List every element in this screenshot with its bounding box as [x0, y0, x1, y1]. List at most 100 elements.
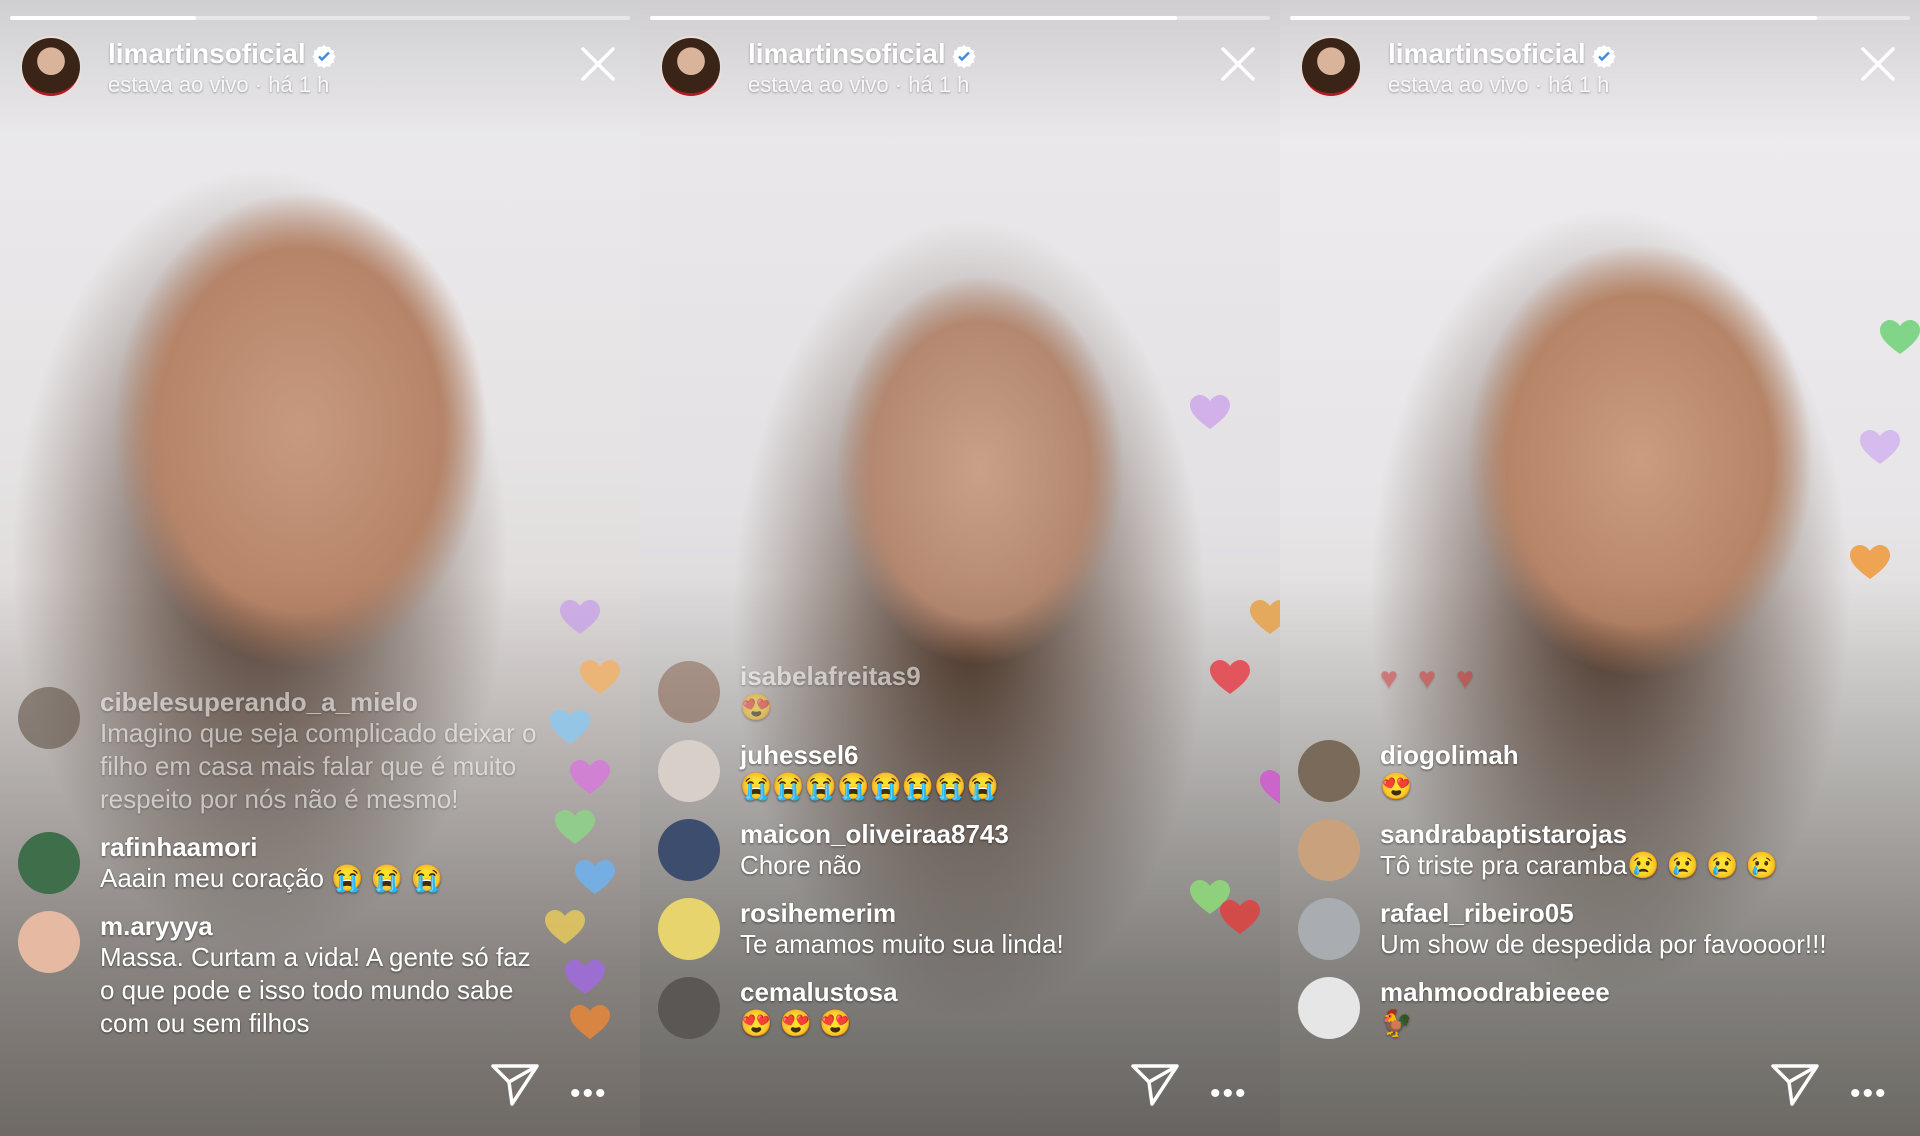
floating-heart-icon [1860, 430, 1900, 464]
verified-badge-icon [312, 44, 336, 68]
commenter-username[interactable]: maicon_oliveiraa8743 [740, 819, 1009, 849]
story-header: limartinsoficial estava ao vivo · há 1 h [1300, 36, 1900, 100]
floating-heart-icon [1880, 320, 1920, 354]
comment-text: 😭😭😭😭😭😭😭😭 [740, 771, 999, 801]
comment: ♥ ♥ ♥ [1298, 662, 1830, 724]
floating-hearts [1180, 0, 1280, 1136]
floating-heart-icon [1250, 600, 1280, 634]
floating-hearts [540, 0, 640, 1136]
comment-text: Chore não [740, 850, 862, 880]
story-header: limartinsoficial estava ao vivo · há 1 h [20, 36, 620, 100]
story-panel-1[interactable]: limartinsoficial estava ao vivo · há 1 h… [0, 0, 640, 1136]
comment: diogolimah 😍 [1298, 740, 1830, 803]
progress-fill [1290, 16, 1817, 20]
comment-text: 🐓 [1380, 1008, 1413, 1038]
commenter-username[interactable]: mahmoodrabieeee [1380, 977, 1610, 1007]
comment-text: Massa. Curtam a vida! A gente só faz o q… [100, 942, 531, 1038]
comment: mahmoodrabieeee 🐓 [1298, 977, 1830, 1040]
commenter-avatar[interactable] [18, 832, 80, 894]
send-icon[interactable] [1770, 1062, 1820, 1108]
comment-text: Imagino que seja complicado deixar o fil… [100, 718, 537, 814]
username[interactable]: limartinsoficial [1388, 38, 1616, 70]
commenter-avatar[interactable] [18, 687, 80, 749]
comment-text: Um show de despedida por favoooor!!! [1380, 929, 1827, 959]
floating-heart-icon [570, 760, 610, 794]
more-icon[interactable]: ••• [1210, 1079, 1246, 1109]
commenter-avatar[interactable] [1298, 977, 1360, 1039]
commenter-avatar[interactable] [658, 977, 720, 1039]
story-footer: ••• [0, 1046, 640, 1136]
commenter-avatar[interactable] [658, 740, 720, 802]
commenter-username[interactable]: cemalustosa [740, 977, 898, 1007]
story-footer: ••• [640, 1046, 1280, 1136]
username[interactable]: limartinsoficial [748, 38, 976, 70]
verified-badge-icon [952, 44, 976, 68]
comments-list: cibelesuperando_a_mielo Imagino que seja … [18, 671, 550, 1040]
reaction-hearts: ♥ ♥ ♥ [1380, 662, 1481, 695]
comment: isabelafreitas9 😍 [658, 661, 1190, 724]
commenter-avatar[interactable] [1298, 819, 1360, 881]
story-panel-2[interactable]: limartinsoficial estava ao vivo · há 1 h… [640, 0, 1280, 1136]
comment: rosihemerim Te amamos muito sua linda! [658, 898, 1190, 961]
floating-heart-icon [1190, 395, 1230, 429]
floating-heart-icon [570, 1005, 610, 1039]
commenter-username[interactable]: diogolimah [1380, 740, 1519, 770]
comment: sandrabaptistarojas Tô triste pra caramba… [1298, 819, 1830, 882]
more-icon[interactable]: ••• [1850, 1079, 1886, 1109]
commenter-avatar[interactable] [658, 819, 720, 881]
live-status: estava ao vivo · há 1 h [1388, 72, 1610, 97]
commenter-avatar[interactable] [18, 911, 80, 973]
profile-avatar[interactable] [1300, 36, 1362, 98]
story-header: limartinsoficial estava ao vivo · há 1 h [660, 36, 1260, 100]
commenter-username[interactable]: rosihemerim [740, 898, 1064, 928]
commenter-username[interactable]: rafinhaamori [100, 832, 443, 862]
commenter-avatar[interactable] [658, 898, 720, 960]
commenter-username[interactable]: sandrabaptistarojas [1380, 819, 1778, 849]
live-status: estava ao vivo · há 1 h [748, 72, 970, 97]
floating-heart-icon [1210, 660, 1250, 694]
floating-heart-icon [1220, 900, 1260, 934]
send-icon[interactable] [1130, 1062, 1180, 1108]
comment: maicon_oliveiraa8743 Chore não [658, 819, 1190, 882]
floating-heart-icon [555, 810, 595, 844]
story-progress-bar [10, 16, 630, 20]
username[interactable]: limartinsoficial [108, 38, 336, 70]
comment: juhessel6 😭😭😭😭😭😭😭😭 [658, 740, 1190, 803]
floating-heart-icon [1850, 545, 1890, 579]
floating-heart-icon [575, 860, 615, 894]
comment: m.aryyya Massa. Curtam a vida! A gente só… [18, 911, 550, 1040]
comment: rafinhaamori Aaain meu coração 😭 😭 😭 [18, 832, 550, 895]
send-icon[interactable] [490, 1062, 540, 1108]
commenter-username[interactable]: m.aryyya [100, 911, 550, 941]
floating-heart-icon [560, 600, 600, 634]
comment-text: Aaain meu coração 😭 😭 😭 [100, 863, 443, 893]
story-panel-3[interactable]: limartinsoficial estava ao vivo · há 1 h… [1280, 0, 1920, 1136]
commenter-avatar[interactable] [1298, 898, 1360, 960]
profile-avatar[interactable] [20, 36, 82, 98]
live-status: estava ao vivo · há 1 h [108, 72, 330, 97]
commenter-username[interactable]: cibelesuperando_a_mielo [100, 687, 550, 717]
commenter-username[interactable]: rafael_ribeiro05 [1380, 898, 1827, 928]
floating-heart-icon [565, 960, 605, 994]
floating-heart-icon [580, 660, 620, 694]
more-icon[interactable]: ••• [570, 1079, 606, 1109]
floating-hearts [1820, 0, 1920, 1136]
comment-text: 😍 [740, 692, 773, 722]
story-progress-bar [1290, 16, 1910, 20]
profile-avatar[interactable] [660, 36, 722, 98]
comment-text: Tô triste pra caramba😢 😢 😢 😢 [1380, 850, 1779, 880]
comments-list: ♥ ♥ ♥ diogolimah 😍 sandrabaptistarojas Tô … [1298, 646, 1830, 1040]
commenter-avatar[interactable] [1298, 740, 1360, 802]
commenter-username[interactable]: juhessel6 [740, 740, 999, 770]
progress-fill [650, 16, 1177, 20]
commenter-username[interactable]: isabelafreitas9 [740, 661, 921, 691]
commenter-avatar[interactable] [658, 661, 720, 723]
comment-text: 😍 😍 😍 [740, 1008, 852, 1038]
floating-heart-icon [545, 910, 585, 944]
comment: rafael_ribeiro05 Um show de despedida por… [1298, 898, 1830, 961]
comment: cibelesuperando_a_mielo Imagino que seja … [18, 687, 550, 816]
story-footer: ••• [1280, 1046, 1920, 1136]
comment-text: Te amamos muito sua linda! [740, 929, 1064, 959]
floating-heart-icon [1260, 770, 1280, 804]
story-progress-bar [650, 16, 1270, 20]
